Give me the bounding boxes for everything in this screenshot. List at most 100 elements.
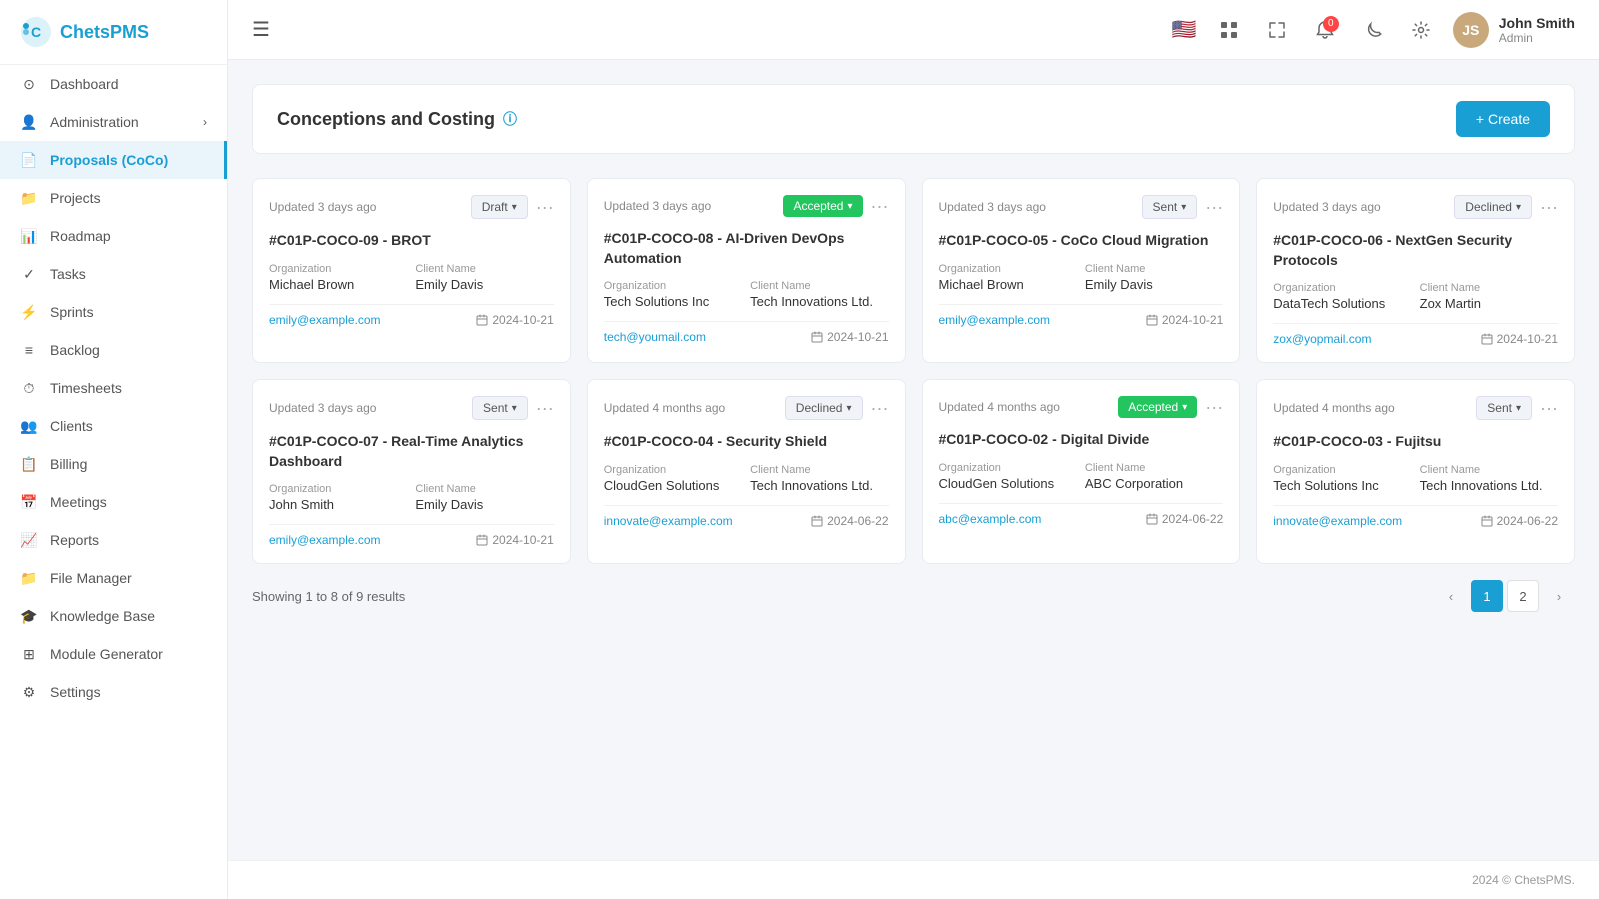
sidebar-item-tasks[interactable]: ✓ Tasks <box>0 255 227 293</box>
language-flag[interactable]: 🇺🇸 <box>1172 17 1197 42</box>
footer: 2024 © ChetsPMS. <box>228 860 1599 899</box>
page-title: Conceptions and Costing ⓘ <box>277 109 517 130</box>
status-badge[interactable]: Accepted ▾ <box>1118 396 1197 418</box>
card-updated: Updated 3 days ago <box>604 199 711 213</box>
nav-label-projects: Projects <box>50 190 101 206</box>
sidebar-item-sprints[interactable]: ⚡ Sprints <box>0 293 227 331</box>
settings-icon[interactable] <box>1405 14 1437 46</box>
proposals-grid: Updated 3 days ago Draft ▾ ··· #C01P-COC… <box>252 178 1575 564</box>
sidebar-item-dashboard[interactable]: ⊙ Dashboard <box>0 65 227 103</box>
status-badge[interactable]: Sent ▾ <box>472 396 528 420</box>
card-menu-dots[interactable]: ··· <box>1540 197 1558 218</box>
create-button[interactable]: + Create <box>1456 101 1550 137</box>
prev-page-button[interactable]: ‹ <box>1435 580 1467 612</box>
card-menu-dots[interactable]: ··· <box>1205 197 1223 218</box>
status-chevron-icon: ▾ <box>846 403 851 414</box>
sidebar-item-module-generator[interactable]: ⊞ Module Generator <box>0 635 227 673</box>
sidebar-item-reports[interactable]: 📈 Reports <box>0 521 227 559</box>
card-header-right: Accepted ▾ ··· <box>1118 396 1223 418</box>
next-page-button[interactable]: › <box>1543 580 1575 612</box>
client-label: Client Name <box>1420 282 1558 294</box>
card-title: #C01P-COCO-02 - Digital Divide <box>939 430 1224 450</box>
card-menu-dots[interactable]: ··· <box>1540 398 1558 419</box>
card-email[interactable]: emily@example.com <box>269 313 381 327</box>
proposal-card-C01P-COCO-07: Updated 3 days ago Sent ▾ ··· #C01P-COCO… <box>252 379 571 564</box>
status-badge[interactable]: Sent ▾ <box>1142 195 1198 219</box>
card-fields: Organization Tech Solutions Inc Client N… <box>604 280 889 309</box>
user-profile[interactable]: JS John Smith Admin <box>1453 12 1575 48</box>
app-logo-text: ChetsPMS <box>60 22 149 43</box>
client-value: Emily Davis <box>1085 277 1223 292</box>
nav-label-timesheets: Timesheets <box>50 380 122 396</box>
org-label: Organization <box>939 263 1077 275</box>
sidebar-item-timesheets[interactable]: ⏱ Timesheets <box>0 369 227 407</box>
sidebar-item-clients[interactable]: 👥 Clients <box>0 407 227 445</box>
calendar-icon <box>811 515 823 527</box>
sidebar-logo: C ChetsPMS <box>0 0 227 65</box>
page-1-button[interactable]: 1 <box>1471 580 1503 612</box>
sidebar-item-administration[interactable]: 👤 Administration › <box>0 103 227 141</box>
fullscreen-icon[interactable] <box>1261 14 1293 46</box>
sidebar-item-backlog[interactable]: ≡ Backlog <box>0 331 227 369</box>
card-email[interactable]: zox@yopmail.com <box>1273 332 1371 346</box>
sidebar-item-billing[interactable]: 📋 Billing <box>0 445 227 483</box>
card-date: 2024-10-21 <box>1146 313 1223 327</box>
sidebar-item-projects[interactable]: 📁 Projects <box>0 179 227 217</box>
status-badge[interactable]: Draft ▾ <box>471 195 528 219</box>
nav-label-roadmap: Roadmap <box>50 228 111 244</box>
card-email[interactable]: abc@example.com <box>939 512 1042 526</box>
card-menu-dots[interactable]: ··· <box>536 197 554 218</box>
card-header: Updated 3 days ago Sent ▾ ··· <box>269 396 554 420</box>
proposal-card-C01P-COCO-05: Updated 3 days ago Sent ▾ ··· #C01P-COCO… <box>922 178 1241 363</box>
card-date: 2024-06-22 <box>1481 514 1558 528</box>
main-content: ☰ 🇺🇸 0 <box>228 0 1599 899</box>
card-header: Updated 4 months ago Sent ▾ ··· <box>1273 396 1558 420</box>
sidebar-item-file-manager[interactable]: 📁 File Manager <box>0 559 227 597</box>
status-badge[interactable]: Sent ▾ <box>1476 396 1532 420</box>
card-menu-dots[interactable]: ··· <box>871 196 889 217</box>
client-value: Tech Innovations Ltd. <box>1420 478 1558 493</box>
card-menu-dots[interactable]: ··· <box>1205 397 1223 418</box>
user-details: John Smith Admin <box>1499 15 1575 45</box>
card-footer: zox@yopmail.com 2024-10-21 <box>1273 323 1558 346</box>
card-date: 2024-10-21 <box>1481 332 1558 346</box>
status-badge[interactable]: Accepted ▾ <box>783 195 862 217</box>
org-field: Organization CloudGen Solutions <box>939 462 1077 491</box>
card-email[interactable]: innovate@example.com <box>604 514 733 528</box>
card-menu-dots[interactable]: ··· <box>871 398 889 419</box>
sidebar-item-knowledge-base[interactable]: 🎓 Knowledge Base <box>0 597 227 635</box>
org-label: Organization <box>604 280 742 292</box>
nav-label-sprints: Sprints <box>50 304 94 320</box>
footer-text: 2024 © ChetsPMS. <box>1472 873 1575 887</box>
proposal-card-C01P-COCO-08: Updated 3 days ago Accepted ▾ ··· #C01P-… <box>587 178 906 363</box>
top-header: ☰ 🇺🇸 0 <box>228 0 1599 60</box>
sidebar-item-roadmap[interactable]: 📊 Roadmap <box>0 217 227 255</box>
card-menu-dots[interactable]: ··· <box>536 398 554 419</box>
card-email[interactable]: emily@example.com <box>939 313 1051 327</box>
card-email[interactable]: tech@youmail.com <box>604 330 706 344</box>
status-badge[interactable]: Declined ▾ <box>785 396 863 420</box>
theme-toggle[interactable] <box>1357 14 1389 46</box>
nav-icon-administration: 👤 <box>20 113 38 131</box>
status-chevron-icon: ▾ <box>1182 402 1187 413</box>
status-badge[interactable]: Declined ▾ <box>1454 195 1532 219</box>
client-field: Client Name Zox Martin <box>1420 282 1558 311</box>
client-field: Client Name Emily Davis <box>415 263 553 292</box>
sidebar-item-meetings[interactable]: 📅 Meetings <box>0 483 227 521</box>
header-right: 🇺🇸 0 <box>1172 12 1575 48</box>
card-email[interactable]: innovate@example.com <box>1273 514 1402 528</box>
sidebar-item-proposals[interactable]: 📄 Proposals (CoCo) <box>0 141 227 179</box>
notifications-icon[interactable]: 0 <box>1309 14 1341 46</box>
client-value: ABC Corporation <box>1085 476 1223 491</box>
hamburger-menu[interactable]: ☰ <box>252 17 270 42</box>
info-icon[interactable]: ⓘ <box>503 109 517 129</box>
client-value: Tech Innovations Ltd. <box>750 294 888 309</box>
org-field: Organization Tech Solutions Inc <box>1273 464 1411 493</box>
page-2-button[interactable]: 2 <box>1507 580 1539 612</box>
card-date: 2024-06-22 <box>811 514 888 528</box>
sidebar-item-settings[interactable]: ⚙ Settings <box>0 673 227 711</box>
card-date: 2024-06-22 <box>1146 512 1223 526</box>
card-email[interactable]: emily@example.com <box>269 533 381 547</box>
apps-icon[interactable] <box>1213 14 1245 46</box>
calendar-icon <box>476 314 488 326</box>
